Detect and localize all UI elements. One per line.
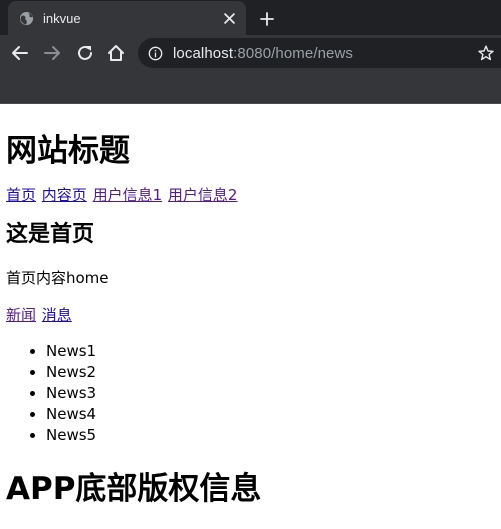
globe-icon (19, 11, 34, 26)
close-icon[interactable] (220, 9, 238, 27)
section-text: 首页内容home (6, 269, 109, 287)
star-icon[interactable] (477, 44, 495, 62)
address-bar[interactable]: localhost:8080/home/news (138, 38, 501, 68)
list-item: News3 (46, 383, 495, 404)
url-text: localhost:8080/home/news (173, 45, 353, 62)
url-host: localhost (173, 44, 234, 62)
page-content: 网站标题 首页 内容页 用户信息1 用户信息2 这是首页 首页内容home 新闻… (0, 104, 501, 508)
sub-nav-link-messages[interactable]: 消息 (42, 306, 72, 324)
list-item: News5 (46, 425, 495, 446)
tab-strip: inkvue (0, 0, 501, 35)
arrow-left-icon[interactable] (8, 42, 32, 64)
browser-toolbar: localhost:8080/home/news (0, 35, 501, 71)
nav-link-content[interactable]: 内容页 (42, 186, 87, 204)
nav-link-user-info-1[interactable]: 用户信息1 (93, 186, 163, 204)
list-item: News2 (46, 362, 495, 383)
browser-tab[interactable]: inkvue (8, 1, 246, 35)
sub-nav-link-news[interactable]: 新闻 (6, 306, 36, 324)
url-path: :8080/home/news (233, 44, 354, 62)
tab-title: inkvue (43, 10, 81, 26)
bookmark-bar (0, 71, 501, 104)
browser-chrome: inkvue localhost:8080/home/news (0, 0, 501, 104)
home-icon[interactable] (104, 42, 128, 64)
site-title: 网站标题 (6, 133, 130, 169)
info-icon[interactable] (147, 45, 163, 61)
plus-icon[interactable] (256, 8, 278, 30)
main-nav: 首页 内容页 用户信息1 用户信息2 (6, 186, 495, 204)
reload-icon[interactable] (73, 42, 97, 64)
footer-title: APP底部版权信息 (6, 471, 262, 507)
nav-link-user-info-2[interactable]: 用户信息2 (168, 186, 238, 204)
news-list: News1 News2 News3 News4 News5 (6, 341, 495, 446)
arrow-right-icon[interactable] (40, 42, 64, 64)
nav-link-home[interactable]: 首页 (6, 186, 36, 204)
section-title: 这是首页 (6, 222, 95, 247)
list-item: News1 (46, 341, 495, 362)
sub-nav: 新闻 消息 (6, 306, 495, 324)
list-item: News4 (46, 404, 495, 425)
